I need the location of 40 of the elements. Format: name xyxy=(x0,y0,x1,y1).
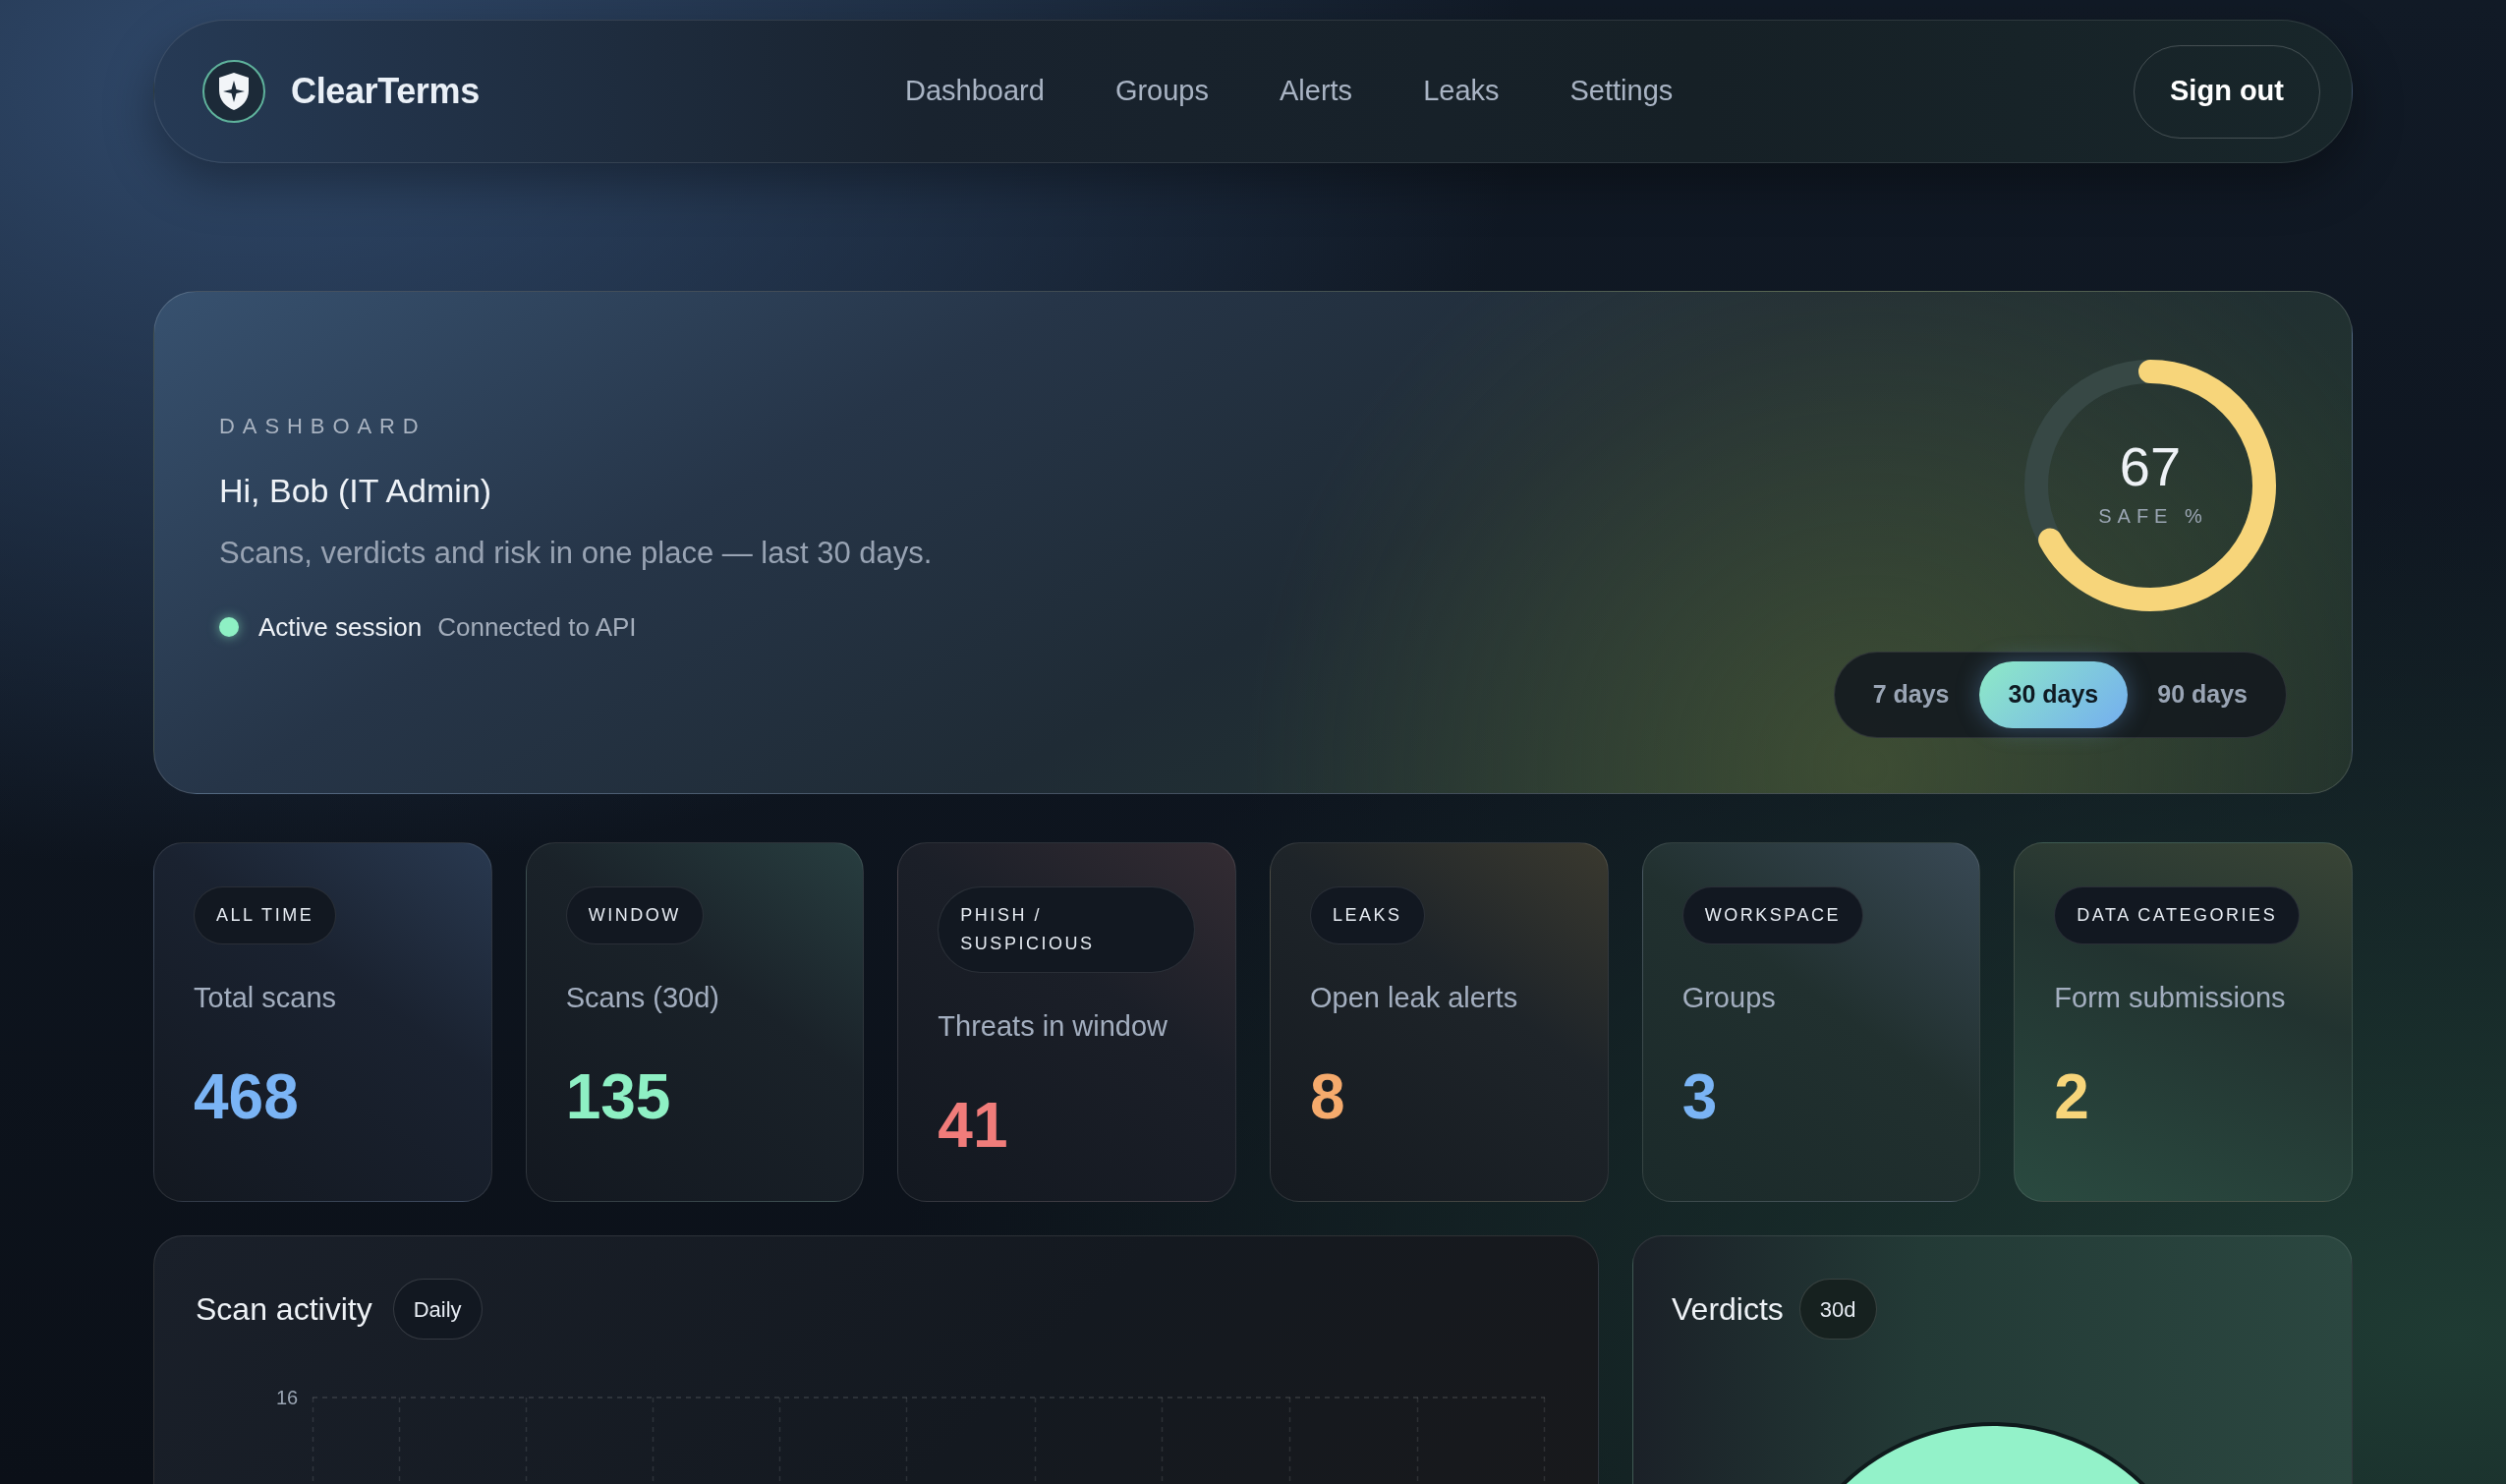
nav-link[interactable]: Groups xyxy=(1114,70,1209,113)
category-tag: WINDOW xyxy=(565,886,704,944)
category-tag: LEAKS xyxy=(1310,886,1425,944)
nav-link[interactable]: Alerts xyxy=(1280,70,1353,113)
nav-link[interactable]: Settings xyxy=(1569,70,1674,113)
stat-label: Threats in window xyxy=(938,1009,1168,1044)
card-title: Verdicts xyxy=(1672,1290,1784,1329)
stat-label: Groups xyxy=(1681,981,1776,1015)
session-status-text: Active session xyxy=(258,611,423,643)
stat-label: Total scans xyxy=(194,981,337,1015)
stat-value: 41 xyxy=(938,1091,1008,1160)
subtitle-text: Scans, verdicts and risk in one place — last 30 days. xyxy=(219,535,933,572)
stat-label: Open leak alerts xyxy=(1310,981,1518,1015)
section-label: DASHBOARD xyxy=(219,414,427,439)
card-title: Scan activity xyxy=(196,1290,372,1329)
stat-value: 8 xyxy=(1310,1062,1345,1131)
nav-link[interactable]: Leaks xyxy=(1423,70,1500,113)
greeting-heading: Hi, Bob (IT Admin) xyxy=(219,471,492,510)
percentage-label: SAFE % xyxy=(2097,504,2208,528)
range-tab[interactable]: 30 days xyxy=(1978,661,2129,728)
brand-name: ClearTerms xyxy=(291,70,480,113)
connection-text: Connected to API xyxy=(437,611,637,643)
range-tab[interactable]: 7 days xyxy=(1843,661,1979,728)
axis-tick-label: 16 xyxy=(276,1386,299,1409)
category-tag: WORKSPACE xyxy=(1681,886,1864,944)
category-tag: PHISH / SUSPICIOUS xyxy=(938,886,1196,973)
nav-link[interactable]: Dashboard xyxy=(905,70,1045,113)
period-tag: 30d xyxy=(1798,1279,1877,1340)
category-tag: ALL TIME xyxy=(194,886,337,944)
range-tab[interactable]: 90 days xyxy=(2128,661,2277,728)
interval-tag: Daily xyxy=(392,1279,483,1340)
stat-value: 468 xyxy=(194,1062,299,1131)
stat-value: 135 xyxy=(565,1062,671,1131)
stat-label: Scans (30d) xyxy=(565,981,719,1015)
stat-value: 2 xyxy=(2054,1062,2089,1131)
category-tag: DATA CATEGORIES xyxy=(2054,886,2301,944)
stat-value: 3 xyxy=(1681,1062,1718,1131)
shield-logo-icon xyxy=(201,59,266,124)
percentage-value: 67 xyxy=(2119,437,2182,496)
stat-label: Form submissions xyxy=(2054,981,2286,1015)
